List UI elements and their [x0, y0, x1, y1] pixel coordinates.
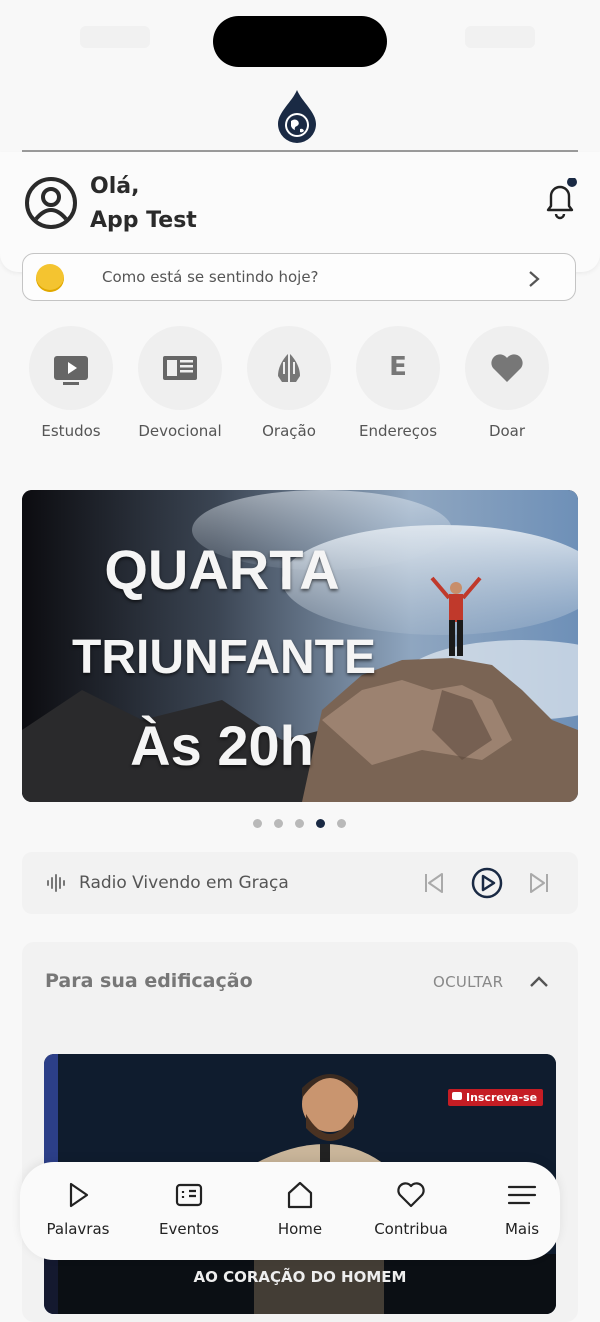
notification-bell-icon[interactable] — [540, 178, 580, 222]
praying-hands-icon — [278, 354, 300, 382]
calendar-icon — [175, 1183, 203, 1207]
quick-action-label: Endereços — [358, 422, 438, 440]
book-open-icon — [163, 356, 197, 380]
chevron-right-icon — [529, 271, 540, 287]
subscribe-badge: Inscreva-se — [448, 1089, 544, 1106]
audio-wave-icon — [47, 874, 65, 892]
greeting: Olá, App Test — [90, 170, 197, 238]
play-icon — [69, 1182, 89, 1208]
tab-label: Eventos — [159, 1220, 219, 1238]
section-title: Para sua edificação — [45, 970, 253, 992]
tab-label: Mais — [504, 1220, 540, 1238]
skip-previous-icon[interactable] — [422, 871, 446, 895]
banner-headline: QUARTA TRIUNFANTE Às 20h — [72, 526, 376, 790]
tab-home[interactable]: Home — [250, 1180, 350, 1238]
carousel-dot[interactable] — [295, 819, 304, 828]
tab-mais[interactable]: Mais — [472, 1180, 572, 1238]
notification-dot — [567, 178, 577, 187]
status-time — [80, 26, 150, 48]
dynamic-island — [213, 16, 387, 67]
tab-palavras[interactable]: Palavras — [28, 1180, 128, 1238]
heart-icon — [397, 1182, 425, 1208]
banner-line-3: Às 20h — [130, 714, 314, 777]
mood-prompt-text: Como está se sentindo hoje? — [102, 268, 319, 286]
quick-action-label: Estudos — [41, 422, 101, 440]
play-circle-icon[interactable] — [471, 867, 503, 899]
quick-action-doar[interactable]: Doar — [465, 326, 549, 440]
carousel-dot-active[interactable] — [316, 819, 325, 828]
event-banner[interactable]: QUARTA TRIUNFANTE Às 20h — [22, 490, 578, 802]
quick-action-label: Devocional — [138, 422, 222, 440]
letter-e-icon: E — [389, 352, 407, 382]
video-caption: AO CORAÇÃO DO HOMEM — [193, 1268, 407, 1286]
quick-action-estudos[interactable]: Estudos — [29, 326, 113, 440]
carousel-dot[interactable] — [274, 819, 283, 828]
menu-icon — [507, 1185, 537, 1205]
tab-eventos[interactable]: Eventos — [139, 1180, 239, 1238]
tab-contribua[interactable]: Contribua — [361, 1180, 461, 1238]
banner-line-1: QUARTA — [104, 538, 340, 601]
carousel-dot[interactable] — [337, 819, 346, 828]
greeting-hello: Olá, — [90, 174, 140, 199]
tab-label: Home — [277, 1220, 323, 1238]
user-name: App Test — [90, 208, 197, 233]
smiley-emoji-icon — [36, 264, 64, 292]
church-logo-icon — [278, 90, 316, 143]
hide-section-button[interactable]: OCULTAR — [433, 973, 503, 991]
chevron-up-icon[interactable] — [528, 972, 550, 992]
status-indicators — [465, 26, 535, 48]
home-icon — [287, 1181, 313, 1209]
user-avatar-icon[interactable] — [24, 176, 78, 230]
radio-title: Radio Vivendo em Graça — [79, 873, 289, 893]
quick-action-oracao[interactable]: Oração — [247, 326, 331, 440]
quick-action-enderecos[interactable]: E Endereços — [356, 326, 440, 440]
carousel-dot[interactable] — [253, 819, 262, 828]
quick-action-devocional[interactable]: Devocional — [138, 326, 222, 440]
carousel-pagination[interactable] — [253, 813, 358, 828]
skip-next-icon[interactable] — [527, 871, 551, 895]
tab-label: Palavras — [46, 1220, 110, 1238]
heart-icon — [491, 354, 523, 382]
tab-label: Contribua — [374, 1220, 448, 1238]
banner-line-2: TRIUNFANTE — [72, 631, 376, 684]
quick-action-label: Doar — [488, 422, 526, 440]
quick-action-label: Oração — [262, 422, 316, 440]
video-play-icon — [54, 356, 88, 385]
